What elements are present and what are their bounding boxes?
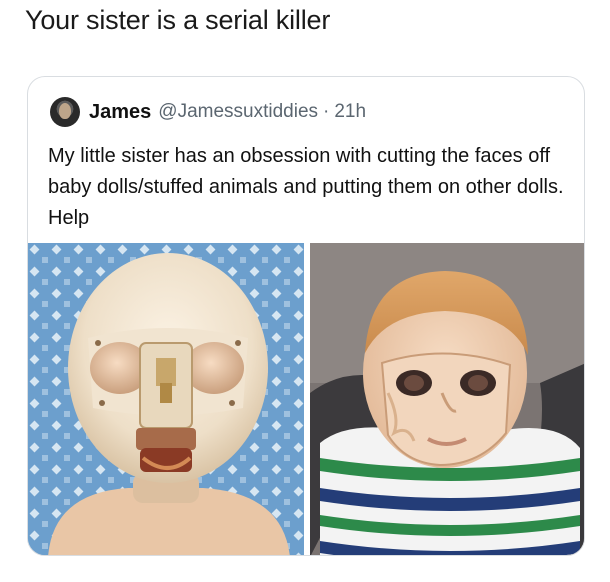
tweet-photo-right[interactable]: [310, 243, 584, 555]
embedded-tweet-card[interactable]: James @Jamessuxtiddies · 21h My little s…: [27, 76, 585, 556]
meme-caption: Your sister is a serial killer: [25, 5, 331, 35]
author-handle[interactable]: @Jamessuxtiddies: [158, 101, 318, 123]
tweet-header: James @Jamessuxtiddies · 21h: [50, 95, 366, 129]
tweet-text: My little sister has an obsession with c…: [48, 145, 564, 229]
separator-dot: ·: [323, 101, 330, 122]
faceless-doll-illustration: [28, 243, 304, 555]
tweet-media: [28, 243, 584, 555]
profile-avatar[interactable]: [50, 97, 80, 127]
tweet-timestamp[interactable]: 21h: [334, 101, 366, 123]
author-name[interactable]: James: [89, 101, 151, 124]
tweet-photo-left[interactable]: [28, 243, 304, 555]
masked-doll-illustration: [310, 243, 584, 555]
